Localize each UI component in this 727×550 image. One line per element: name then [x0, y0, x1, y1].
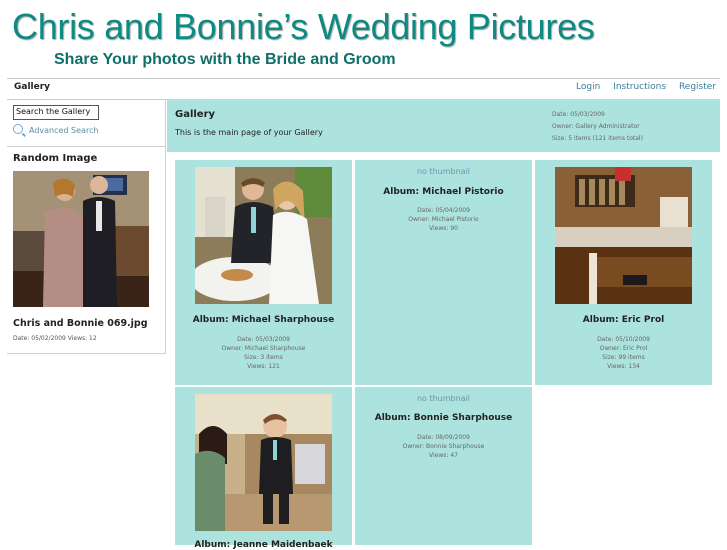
album-card[interactable]: no thumbnail Album: Michael Pistorio Dat…: [355, 160, 532, 385]
album-meta: Date: 08/09/2009 Owner: Bonnie Sharphous…: [355, 433, 532, 460]
album-meta: Date: 05/03/2009 Owner: Michael Sharphou…: [175, 335, 352, 371]
breadcrumb-gallery[interactable]: Gallery: [14, 82, 50, 92]
gallery-description: This is the main page of your Gallery: [175, 128, 323, 137]
album-meta: Date: 05/10/2009 Owner: Eric Prol Size: …: [535, 335, 712, 371]
random-image-photo[interactable]: [13, 171, 149, 307]
gallery-owner: Owner: Gallery Administrator: [552, 123, 640, 130]
gallery-title: Gallery: [175, 109, 216, 120]
album-card[interactable]: Album: Jeanne Maidenbaek: [175, 387, 352, 550]
album-size: Size: 3 items: [244, 354, 283, 361]
sidebar: Search the Gallery Advanced Search Rando…: [7, 99, 166, 354]
site-banner: Chris and Bonnie’s Wedding Pictures Shar…: [0, 0, 727, 78]
random-image-caption[interactable]: Chris and Bonnie 069.jpg: [13, 318, 148, 329]
album-owner: Owner: Bonnie Sharphouse: [402, 443, 485, 450]
album-title[interactable]: Album: Jeanne Maidenbaek: [175, 540, 352, 550]
album-meta: Date: 05/04/2009 Owner: Michael Pistorio…: [355, 206, 532, 233]
album-title[interactable]: Album: Michael Sharphouse: [175, 315, 352, 325]
advanced-search-link[interactable]: Advanced Search: [13, 124, 99, 135]
login-link[interactable]: Login: [576, 82, 600, 92]
album-owner: Owner: Michael Sharphouse: [221, 345, 306, 352]
album-title[interactable]: Album: Michael Pistorio: [355, 187, 532, 197]
site-subtitle: Share Your photos with the Bride and Gro…: [54, 51, 396, 68]
album-date: Date: 08/09/2009: [417, 434, 470, 441]
sidebar-divider: [7, 146, 165, 147]
no-thumbnail-label: no thumbnail: [416, 394, 471, 403]
gallery-size: Size: 5 items (121 items total): [552, 135, 643, 142]
album-views: Views: 47: [429, 452, 458, 459]
nav-bar: Gallery Login Instructions Register: [7, 78, 720, 100]
search-input[interactable]: Search the Gallery: [13, 105, 99, 120]
album-owner: Owner: Eric Prol: [599, 345, 648, 352]
no-thumbnail-label: no thumbnail: [416, 167, 471, 176]
instructions-link[interactable]: Instructions: [613, 82, 666, 92]
album-thumbnail[interactable]: [195, 394, 332, 531]
nav-links: Login Instructions Register: [566, 82, 716, 92]
random-image-meta: Date: 05/02/2009 Views: 12: [13, 335, 97, 342]
album-views: Views: 121: [247, 363, 280, 370]
album-date: Date: 05/04/2009: [417, 207, 470, 214]
gallery-date: Date: 05/03/2009: [552, 111, 605, 118]
album-thumbnail[interactable]: [555, 167, 692, 304]
register-link[interactable]: Register: [679, 82, 716, 92]
album-card[interactable]: Album: Eric Prol Date: 05/10/2009 Owner:…: [535, 160, 712, 385]
album-date: Date: 05/03/2009: [237, 336, 290, 343]
site-title: Chris and Bonnie’s Wedding Pictures: [12, 6, 595, 47]
gallery-header: Gallery This is the main page of your Ga…: [167, 99, 720, 152]
album-owner: Owner: Michael Pistorio: [408, 216, 479, 223]
album-size: Size: 99 items: [602, 354, 645, 361]
gallery-info: Date: 05/03/2009 Owner: Gallery Administ…: [552, 109, 643, 145]
album-thumbnail[interactable]: [195, 167, 332, 304]
advanced-search-label: Advanced Search: [29, 126, 99, 135]
album-views: Views: 134: [607, 363, 640, 370]
album-title[interactable]: Album: Eric Prol: [535, 315, 712, 325]
album-views: Views: 90: [429, 225, 458, 232]
album-date: Date: 05/10/2009: [597, 336, 650, 343]
album-card[interactable]: Album: Michael Sharphouse Date: 05/03/20…: [175, 160, 352, 385]
album-card[interactable]: no thumbnail Album: Bonnie Sharphouse Da…: [355, 387, 532, 545]
random-image-heading: Random Image: [13, 153, 98, 164]
magnifier-icon: [13, 124, 23, 134]
album-title[interactable]: Album: Bonnie Sharphouse: [355, 413, 532, 423]
